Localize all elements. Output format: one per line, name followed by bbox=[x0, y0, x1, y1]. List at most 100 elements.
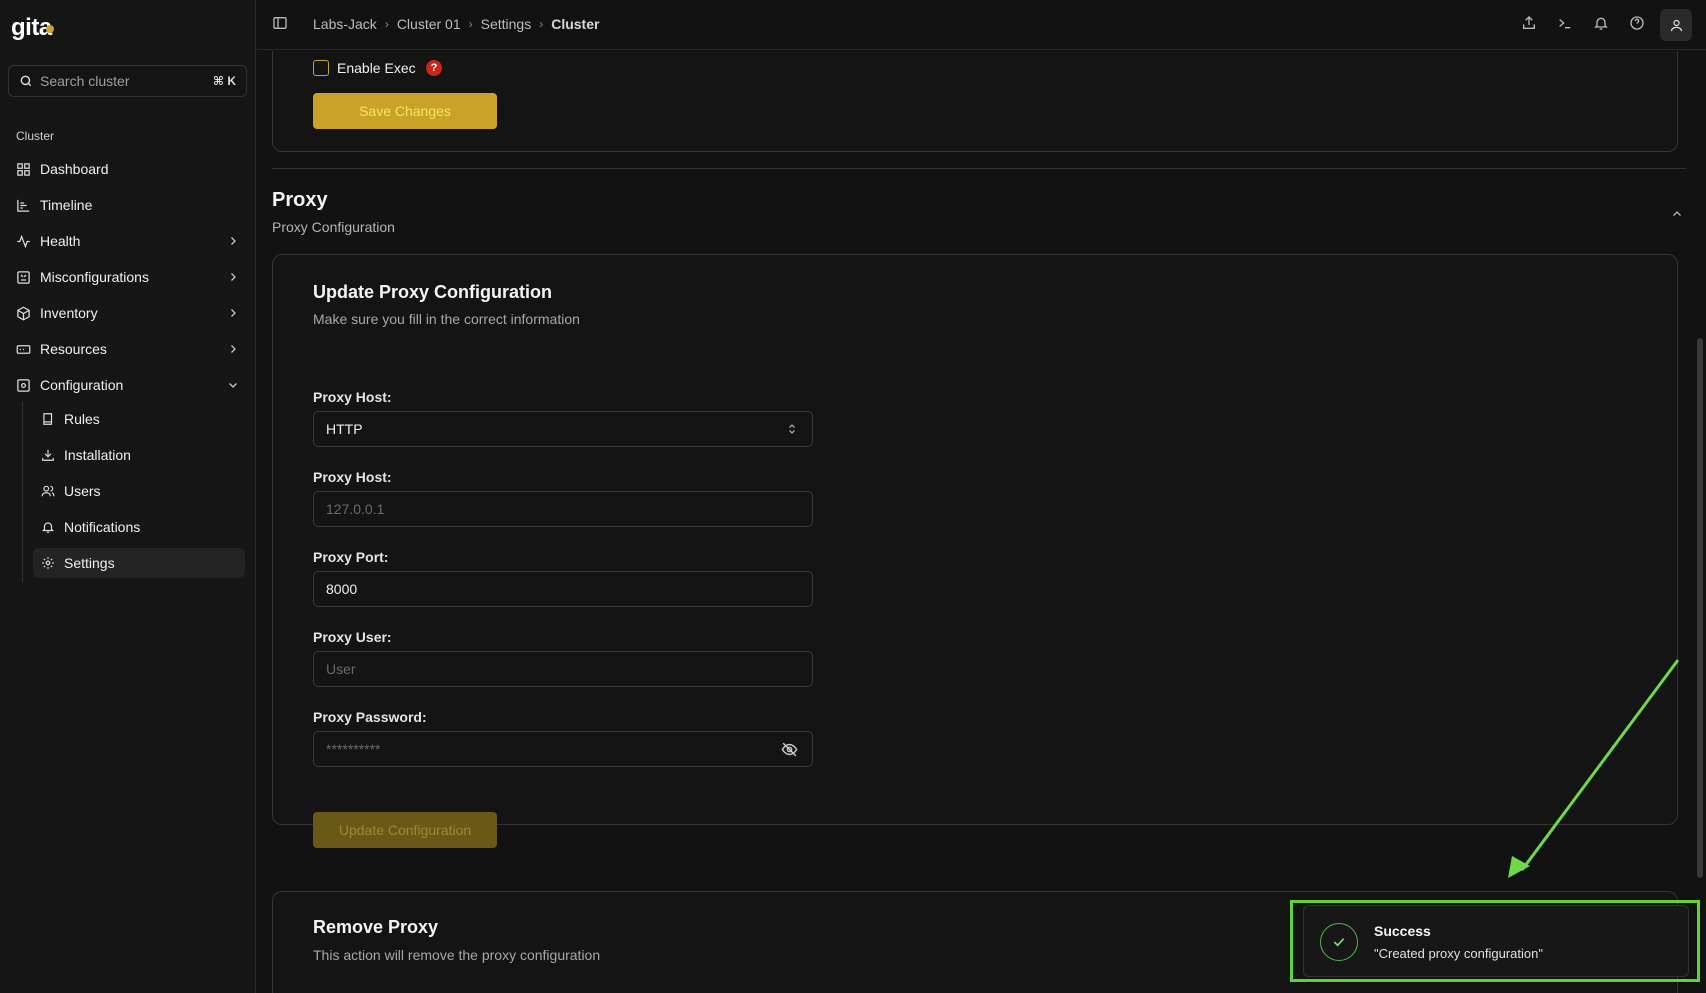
misconfig-icon bbox=[17, 270, 30, 284]
breadcrumb-separator: › bbox=[384, 17, 389, 31]
scrollbar[interactable] bbox=[1697, 338, 1703, 878]
chevron-right-icon bbox=[231, 345, 236, 353]
sidebar-item-label: Configuration bbox=[40, 377, 124, 393]
proxy-type-value: HTTP bbox=[326, 421, 363, 437]
sidebar-item-label: Installation bbox=[64, 447, 131, 463]
card-description: Make sure you fill in the correct inform… bbox=[313, 311, 580, 327]
sidebar-item-label: Inventory bbox=[40, 305, 98, 321]
sidebar-item-health[interactable]: Health bbox=[8, 226, 247, 256]
breadcrumb-item[interactable]: Labs-Jack bbox=[313, 16, 377, 32]
config-icon bbox=[17, 378, 30, 392]
chevron-right-icon bbox=[231, 309, 236, 317]
breadcrumb-item[interactable]: Settings bbox=[481, 16, 532, 32]
proxy-port-input[interactable]: 8000 bbox=[313, 571, 813, 607]
search-placeholder: Search cluster bbox=[40, 73, 130, 89]
proxy-host-field[interactable] bbox=[314, 492, 812, 526]
sidebar-item-inventory[interactable]: Inventory bbox=[8, 298, 247, 328]
sidebar-item-installation[interactable]: Installation bbox=[33, 440, 245, 470]
app-logo[interactable]: gita bbox=[11, 14, 54, 42]
card-title: Update Proxy Configuration bbox=[313, 282, 553, 302]
box-icon bbox=[17, 306, 30, 320]
timeline-icon bbox=[17, 199, 30, 212]
proxy-password-field[interactable] bbox=[314, 732, 812, 766]
search-icon bbox=[20, 75, 32, 87]
proxy-host-input[interactable] bbox=[313, 491, 813, 527]
sidebar-item-rules[interactable]: Rules bbox=[33, 404, 245, 434]
sidebar-item-label: Settings bbox=[64, 555, 115, 571]
sidebar-item-label: Misconfigurations bbox=[40, 269, 149, 285]
proxy-password-label: Proxy Password: bbox=[313, 709, 427, 725]
sidebar-item-dashboard[interactable]: Dashboard bbox=[8, 154, 247, 184]
user-menu-button[interactable] bbox=[1660, 9, 1692, 41]
top-bar: Labs-Jack › Cluster 01 › Settings › Cluster bbox=[257, 0, 1706, 50]
section-divider bbox=[272, 168, 1686, 169]
proxy-user-field[interactable] bbox=[314, 652, 812, 686]
exec-help-icon[interactable]: ? bbox=[426, 60, 442, 76]
bell-icon[interactable] bbox=[1593, 15, 1609, 31]
search-cluster-input[interactable]: Search cluster ⌘ K bbox=[8, 65, 247, 97]
chevron-right-icon bbox=[231, 237, 236, 245]
chevron-right-icon bbox=[231, 273, 236, 281]
proxy-type-select[interactable]: HTTP bbox=[313, 411, 813, 447]
sidebar-item-timeline[interactable]: Timeline bbox=[8, 190, 247, 220]
chevron-down-icon bbox=[229, 383, 237, 388]
sidebar-item-label: Timeline bbox=[40, 197, 93, 213]
card-description: This action will remove the proxy config… bbox=[313, 947, 601, 963]
breadcrumb-separator: › bbox=[468, 17, 473, 31]
gear-icon bbox=[42, 557, 54, 569]
sidebar-item-notifications[interactable]: Notifications bbox=[33, 512, 245, 542]
proxy-subheading: Proxy Configuration bbox=[272, 219, 395, 235]
enable-exec-label: Enable Exec bbox=[337, 60, 416, 76]
submenu-line bbox=[22, 402, 23, 582]
card-title: Remove Proxy bbox=[313, 917, 439, 937]
breadcrumb: Labs-Jack › Cluster 01 › Settings › Cluster bbox=[313, 16, 599, 32]
resources-icon bbox=[16, 344, 31, 354]
proxy-port-value: 8000 bbox=[326, 581, 358, 597]
proxy-host-label: Proxy Host: bbox=[313, 469, 392, 485]
share-icon[interactable] bbox=[1521, 15, 1537, 31]
sidebar-item-settings[interactable]: Settings bbox=[33, 548, 245, 578]
sidebar-item-users[interactable]: Users bbox=[33, 476, 245, 506]
help-icon[interactable] bbox=[1629, 15, 1645, 31]
breadcrumb-item[interactable]: Cluster 01 bbox=[397, 16, 461, 32]
select-chevrons-icon bbox=[789, 424, 795, 434]
sidebar-item-label: Dashboard bbox=[40, 161, 109, 177]
sidebar-item-configuration[interactable]: Configuration bbox=[8, 370, 247, 400]
sidebar-item-label: Health bbox=[40, 233, 81, 249]
sidebar-item-resources[interactable]: Resources bbox=[8, 334, 247, 364]
main-content: Enable Exec ? Save Changes Proxy Proxy C… bbox=[257, 51, 1692, 993]
sidebar-item-misconfigurations[interactable]: Misconfigurations bbox=[8, 262, 247, 292]
update-configuration-button[interactable]: Update Configuration bbox=[313, 812, 497, 848]
users-icon bbox=[41, 485, 55, 497]
success-check-icon bbox=[1320, 923, 1358, 961]
sidebar-item-label: Notifications bbox=[64, 519, 141, 535]
sidebar-toggle-icon[interactable] bbox=[272, 15, 288, 31]
sidebar: gita Search cluster ⌘ K Cluster Dashboar… bbox=[0, 0, 256, 993]
save-changes-button[interactable]: Save Changes bbox=[313, 93, 497, 129]
sidebar-section-label: Cluster bbox=[16, 129, 55, 143]
sidebar-item-label: Rules bbox=[64, 411, 100, 427]
update-proxy-card: Update Proxy Configuration Make sure you… bbox=[272, 254, 1678, 848]
sidebar-item-label: Resources bbox=[40, 341, 107, 357]
book-icon bbox=[43, 413, 53, 425]
chevron-up-icon[interactable] bbox=[1671, 208, 1683, 220]
terminal-icon[interactable] bbox=[1557, 15, 1573, 31]
enable-exec-checkbox[interactable] bbox=[313, 60, 329, 76]
toast-title: Success bbox=[1374, 923, 1431, 939]
exec-card: Enable Exec ? Save Changes bbox=[272, 51, 1678, 152]
activity-icon bbox=[17, 234, 30, 248]
proxy-type-label: Proxy Host: bbox=[313, 389, 392, 405]
breadcrumb-current: Cluster bbox=[551, 16, 600, 32]
sidebar-item-label: Users bbox=[64, 483, 101, 499]
bell-icon bbox=[41, 522, 55, 533]
success-toast[interactable]: Success "Created proxy configuration" bbox=[1303, 905, 1689, 977]
toast-message: "Created proxy configuration" bbox=[1374, 946, 1543, 961]
proxy-password-input[interactable] bbox=[313, 731, 813, 767]
proxy-heading: Proxy bbox=[272, 189, 328, 211]
proxy-user-label: Proxy User: bbox=[313, 629, 392, 645]
proxy-port-label: Proxy Port: bbox=[313, 549, 389, 565]
proxy-user-input[interactable] bbox=[313, 651, 813, 687]
breadcrumb-separator: › bbox=[539, 17, 544, 31]
eye-off-icon[interactable] bbox=[781, 741, 798, 758]
search-shortcut: ⌘ K bbox=[212, 74, 236, 88]
